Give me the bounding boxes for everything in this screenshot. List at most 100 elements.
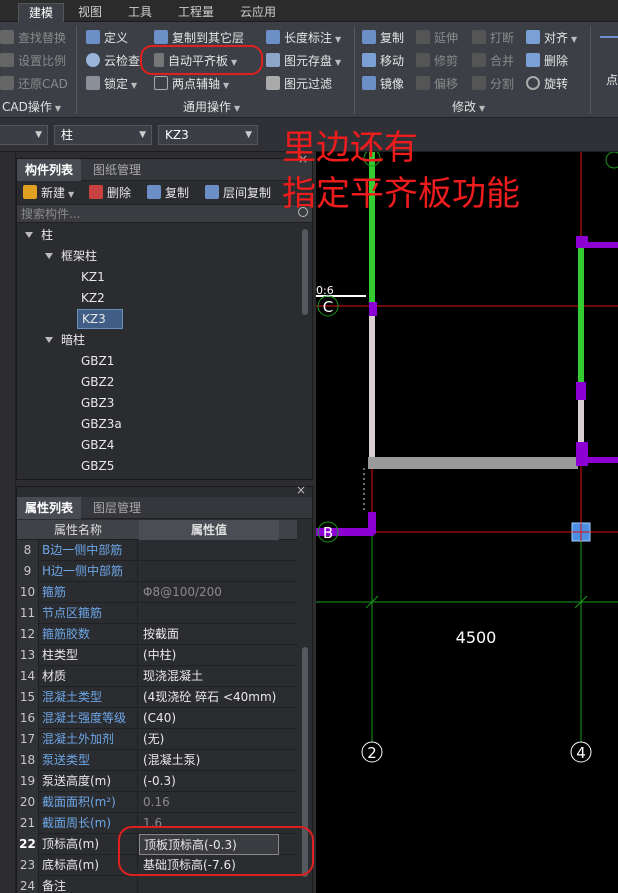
- property-row[interactable]: 24 备注: [17, 876, 297, 893]
- delete-component-button[interactable]: 删除: [89, 183, 131, 203]
- draw-point-label[interactable]: 点: [606, 70, 618, 90]
- property-row[interactable]: 8 B边一侧中部筋: [17, 540, 297, 561]
- tree-item-gbz2[interactable]: GBZ2: [81, 372, 114, 392]
- length-label-button[interactable]: 长度标注 ▼: [266, 28, 341, 48]
- floor-copy-button[interactable]: 层间复制: [205, 183, 271, 203]
- property-value[interactable]: (4现浇砼 碎石 <40mm): [139, 687, 279, 708]
- property-row[interactable]: 9 H边一侧中部筋: [17, 561, 297, 582]
- tab-view[interactable]: 视图: [68, 3, 112, 22]
- tree-node-hidden-column[interactable]: 暗柱: [45, 330, 85, 350]
- chevron-down-icon: ▼: [234, 104, 241, 113]
- define-button[interactable]: 定义: [86, 28, 128, 48]
- tab-drawing-management[interactable]: 图纸管理: [85, 159, 149, 181]
- general-group-label[interactable]: 通用操作 ▼: [183, 98, 240, 115]
- cad-group-label[interactable]: CAD操作 ▼: [2, 98, 61, 115]
- offset-button[interactable]: 偏移: [416, 74, 458, 94]
- move-button[interactable]: 移动: [362, 51, 404, 71]
- property-row[interactable]: 15 混凝土类型 (4现浇砼 碎石 <40mm): [17, 687, 297, 708]
- close-icon[interactable]: ×: [296, 483, 306, 497]
- extend-button[interactable]: 延伸: [416, 28, 458, 48]
- property-value[interactable]: (C40): [139, 708, 279, 729]
- draw-point-icon[interactable]: [600, 36, 618, 38]
- property-row[interactable]: 12 箍筋胶数 按截面: [17, 624, 297, 645]
- tab-modeling[interactable]: 建模: [18, 3, 65, 22]
- property-value[interactable]: (混凝土泵): [139, 750, 279, 771]
- component-search-input[interactable]: 搜索构件...: [17, 205, 312, 223]
- delete-button[interactable]: 删除: [526, 51, 568, 71]
- property-row[interactable]: 18 泵送类型 (混凝土泵): [17, 750, 297, 771]
- two-point-axis-button[interactable]: 两点辅轴 ▼: [154, 74, 229, 94]
- property-row[interactable]: 14 材质 现浇混凝土: [17, 666, 297, 687]
- annotation-line-1: 里边还有: [282, 128, 418, 168]
- mirror-button[interactable]: 镜像: [362, 74, 404, 94]
- property-row-number: 12: [17, 624, 39, 645]
- floor-select[interactable]: ▼: [0, 125, 48, 145]
- tree-item-gbz3[interactable]: GBZ3: [81, 393, 114, 413]
- tree-scrollbar[interactable]: [302, 229, 308, 315]
- property-name: 柱类型: [40, 645, 138, 666]
- align-button[interactable]: 对齐 ▼: [526, 28, 577, 48]
- property-row[interactable]: 16 混凝土强度等级 (C40): [17, 708, 297, 729]
- property-value[interactable]: [139, 540, 279, 561]
- tree-item-gbz5[interactable]: GBZ5: [81, 456, 114, 473]
- property-value[interactable]: [139, 603, 279, 624]
- property-value[interactable]: Φ8@100/200: [139, 582, 279, 603]
- delete-icon: [89, 185, 103, 199]
- property-row[interactable]: 10 箍筋 Φ8@100/200: [17, 582, 297, 603]
- property-row[interactable]: 13 柱类型 (中柱): [17, 645, 297, 666]
- beam: [368, 457, 578, 469]
- property-row-number: 9: [17, 561, 39, 582]
- tree-item-gbz3a[interactable]: GBZ3a: [81, 414, 122, 434]
- chevron-down-icon: ▼: [223, 81, 230, 90]
- rotate-button[interactable]: 旋转: [526, 74, 568, 94]
- property-value[interactable]: (无): [139, 729, 279, 750]
- tree-node-root[interactable]: 柱: [25, 225, 53, 245]
- tab-tools[interactable]: 工具: [118, 3, 162, 22]
- new-component-button[interactable]: 新建 ▼: [23, 183, 74, 203]
- tree-item-kz2[interactable]: KZ2: [81, 288, 105, 308]
- trim-button[interactable]: 修剪: [416, 51, 458, 71]
- axis-label-c: C: [323, 298, 333, 316]
- tree-item-gbz1[interactable]: GBZ1: [81, 351, 114, 371]
- property-row[interactable]: 20 截面面积(m²) 0.16: [17, 792, 297, 813]
- property-value[interactable]: (-0.3): [139, 771, 279, 792]
- axis-label-4: 4: [576, 744, 586, 762]
- tab-layer-management[interactable]: 图层管理: [85, 497, 149, 519]
- merge-button[interactable]: 合并: [472, 51, 514, 71]
- property-row-number: 19: [17, 771, 39, 792]
- tab-property-list[interactable]: 属性列表: [17, 497, 82, 519]
- tree-item-kz1[interactable]: KZ1: [81, 267, 105, 287]
- cloud-check-button[interactable]: 云检查: [86, 51, 140, 71]
- property-row[interactable]: 19 泵送高度(m) (-0.3): [17, 771, 297, 792]
- property-value[interactable]: 现浇混凝土: [139, 666, 279, 687]
- property-name: 材质: [40, 666, 138, 687]
- copy-button[interactable]: 复制: [362, 28, 404, 48]
- break-button[interactable]: 打断: [472, 28, 514, 48]
- property-row[interactable]: 17 混凝土外加剂 (无): [17, 729, 297, 750]
- category-select[interactable]: 柱 ▼: [54, 125, 152, 145]
- tree-item-gbz4[interactable]: GBZ4: [81, 435, 114, 455]
- set-ratio-button[interactable]: 设置比例: [0, 51, 66, 71]
- find-replace-button[interactable]: 查找替换: [0, 28, 66, 48]
- property-row[interactable]: 11 节点区箍筋: [17, 603, 297, 624]
- split-button[interactable]: 分割: [472, 74, 514, 94]
- restore-cad-button[interactable]: 还原CAD: [0, 74, 68, 94]
- property-value[interactable]: [139, 876, 279, 893]
- lock-button[interactable]: 锁定 ▼: [86, 74, 137, 94]
- tab-component-list[interactable]: 构件列表: [17, 159, 82, 181]
- copy-component-button[interactable]: 复制: [147, 183, 189, 203]
- tree-node-frame-column[interactable]: 框架柱: [45, 246, 97, 266]
- property-row-number: 23: [17, 855, 39, 876]
- tree-item-kz3[interactable]: KZ3: [77, 309, 123, 329]
- modify-group-label[interactable]: 修改 ▼: [452, 98, 485, 115]
- element-filter-button[interactable]: 图元过滤: [266, 74, 332, 94]
- property-value[interactable]: 按截面: [139, 624, 279, 645]
- save-element-button[interactable]: 图元存盘 ▼: [266, 51, 341, 71]
- drawing-canvas[interactable]: C B 2 4 4500 0:6: [316, 152, 618, 893]
- property-value[interactable]: (中柱): [139, 645, 279, 666]
- tab-quantity[interactable]: 工程量: [168, 3, 224, 22]
- property-value[interactable]: [139, 561, 279, 582]
- property-value[interactable]: 0.16: [139, 792, 279, 813]
- tab-cloud[interactable]: 云应用: [230, 3, 286, 22]
- component-select[interactable]: KZ3 ▼: [158, 125, 258, 145]
